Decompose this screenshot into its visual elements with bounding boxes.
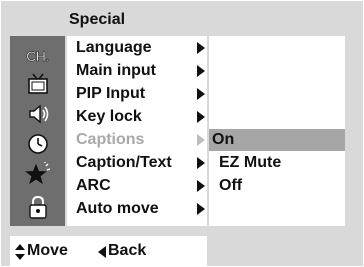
- menu-item-auto-move[interactable]: Auto move: [76, 198, 205, 220]
- menu-item-label: PIP Input: [76, 85, 146, 102]
- move-hint: Move: [27, 242, 68, 259]
- menu-item-label: ARC: [76, 177, 111, 194]
- speaker-icon[interactable]: [10, 102, 65, 128]
- osd-menu-frame: Special CH. Language Main input PIP Inpu…: [1, 1, 363, 266]
- submenu-arrow-icon: [197, 42, 205, 54]
- menu-item-caption-text[interactable]: Caption/Text: [76, 152, 205, 174]
- submenu-arrow-icon: [197, 203, 205, 215]
- menu-item-language[interactable]: Language: [76, 37, 205, 59]
- category-icon-bar: CH.: [10, 36, 65, 226]
- up-down-arrow-icon: [15, 244, 25, 260]
- footer-help-bar: Move Back: [10, 236, 207, 266]
- option-on[interactable]: On: [209, 129, 345, 151]
- menu-item-label: Auto move: [76, 200, 159, 217]
- submenu-arrow-icon: [197, 180, 205, 192]
- menu-list: Language Main input PIP Input Key lock C…: [67, 36, 207, 226]
- back-arrow-icon: [98, 246, 106, 258]
- menu-item-label: Caption/Text: [76, 154, 172, 171]
- lock-icon[interactable]: [10, 194, 65, 220]
- special-star-icon[interactable]: [10, 162, 65, 188]
- option-off[interactable]: Off: [209, 175, 345, 197]
- option-ez-mute[interactable]: EZ Mute: [209, 152, 345, 174]
- back-hint: Back: [108, 242, 147, 259]
- menu-item-label: Main input: [76, 62, 156, 79]
- menu-item-captions: Captions: [76, 129, 205, 151]
- submenu-panel: On EZ Mute Off: [209, 36, 345, 226]
- submenu-arrow-icon: [197, 88, 205, 100]
- menu-title: Special: [69, 11, 126, 28]
- submenu-arrow-icon: [197, 134, 205, 146]
- menu-item-key-lock[interactable]: Key lock: [76, 106, 205, 128]
- menu-item-arc[interactable]: ARC: [76, 175, 205, 197]
- menu-item-label: Key lock: [76, 108, 142, 125]
- submenu-arrow-icon: [197, 111, 205, 123]
- submenu-arrow-icon: [197, 65, 205, 77]
- menu-item-label: Captions: [76, 131, 145, 148]
- tv-icon[interactable]: [10, 72, 65, 98]
- submenu-arrow-icon: [197, 157, 205, 169]
- menu-item-pip-input[interactable]: PIP Input: [76, 83, 205, 105]
- channel-icon[interactable]: CH.: [10, 43, 65, 69]
- menu-item-main-input[interactable]: Main input: [76, 60, 205, 82]
- clock-icon[interactable]: [10, 132, 65, 158]
- menu-item-label: Language: [76, 39, 152, 56]
